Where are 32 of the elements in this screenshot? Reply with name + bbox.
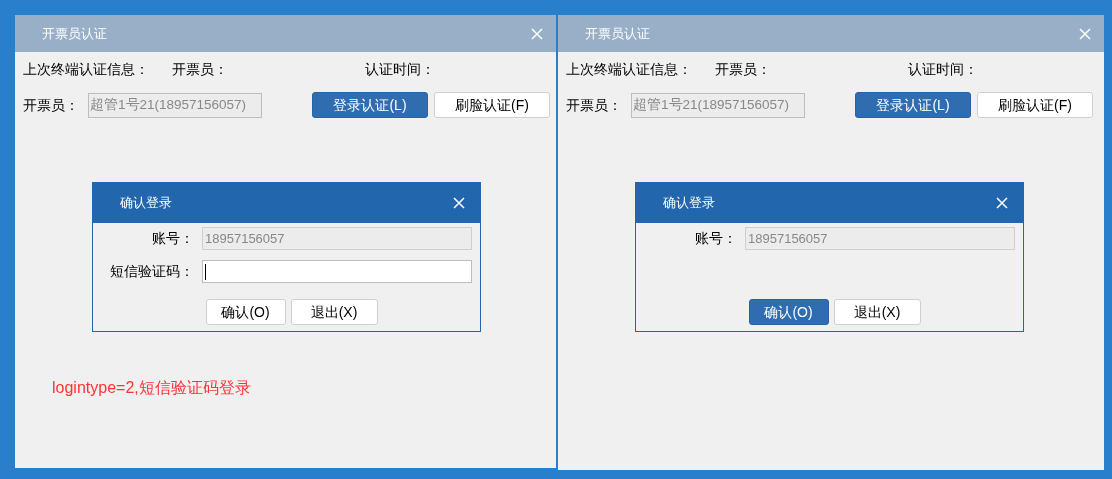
window-title: 开票员认证 [42, 24, 107, 43]
field-label: 账号： [151, 229, 195, 248]
annotation-text: logintype=2,短信验证码登录 [52, 378, 251, 398]
button[interactable]: 退出(X) [290, 299, 378, 325]
button[interactable]: 确认(O) [748, 299, 829, 325]
operator-field: 超管1号21(18957156057) [88, 92, 262, 118]
button[interactable]: 刷脸认证(F) [434, 92, 550, 118]
dialog-title: 确认登录 [120, 194, 172, 213]
close-icon[interactable] [453, 197, 465, 209]
label: 开票员： [172, 59, 229, 79]
label: 上次终端认证信息： [566, 59, 693, 79]
account-field: 18957156057 [745, 227, 1015, 250]
operator-field: 超管1号21(18957156057) [631, 92, 805, 118]
account-field: 18957156057 [202, 227, 472, 250]
label: 开票员： [715, 59, 772, 79]
label: 上次终端认证信息： [23, 59, 150, 79]
button[interactable]: 刷脸认证(F) [977, 92, 1093, 118]
label: 认证时间： [908, 59, 978, 79]
label: 认证时间： [365, 59, 435, 79]
input-field[interactable] [202, 260, 472, 283]
field-label: 短信验证码： [109, 262, 195, 281]
button[interactable]: 登录认证(L) [312, 92, 428, 118]
dialog-title: 确认登录 [663, 194, 715, 213]
window-title: 开票员认证 [585, 24, 650, 43]
text-caret [205, 263, 206, 280]
button[interactable]: 登录认证(L) [855, 92, 971, 118]
field-label: 账号： [694, 229, 738, 248]
label: 开票员： [23, 95, 80, 115]
button[interactable]: 确认(O) [205, 299, 286, 325]
close-icon[interactable] [996, 197, 1008, 209]
label: 开票员： [566, 95, 623, 115]
button[interactable]: 退出(X) [833, 299, 921, 325]
